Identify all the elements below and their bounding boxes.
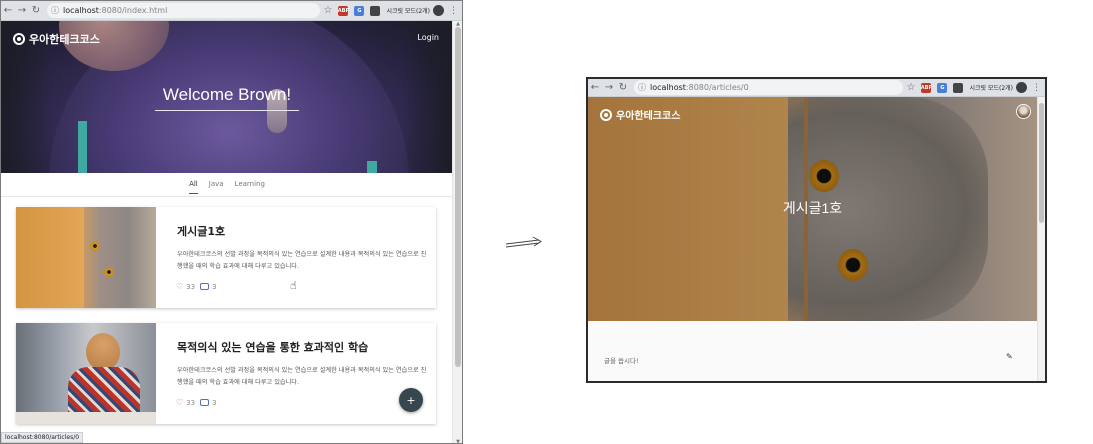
page-viewport: 우아한테크코스 게시글1호 글을 씁시다! ✎ bbox=[588, 97, 1037, 381]
bookmark-star-icon[interactable]: ☆ bbox=[907, 82, 916, 93]
info-icon[interactable]: ⓘ bbox=[51, 5, 59, 16]
status-bar-url: localhost:8080/articles/0 bbox=[1, 432, 84, 443]
browser-window-index: ← → ↻ ⓘ localhost:8080/index.html ☆ ABP … bbox=[0, 0, 463, 444]
boy-head bbox=[86, 333, 120, 371]
back-icon[interactable]: ← bbox=[1, 1, 15, 21]
category-tabs: All Java Learning bbox=[1, 173, 453, 197]
site-logo[interactable]: 우아한테크코스 bbox=[13, 31, 100, 47]
address-host: localhost bbox=[63, 6, 99, 15]
translate-extension-icon[interactable]: G bbox=[354, 5, 365, 16]
bookmark-star-icon[interactable]: ☆ bbox=[324, 5, 333, 16]
logo-icon bbox=[13, 33, 25, 45]
boy-shirt bbox=[68, 367, 140, 417]
address-bar[interactable]: ⓘ localhost:8080/articles/0 bbox=[634, 80, 903, 95]
article-description: 우아한테크코스의 선발 과정을 목적의식 있는 연습으로 설계한 내용과 목적의… bbox=[177, 367, 427, 386]
tab-all[interactable]: All bbox=[189, 180, 198, 194]
browser-toolbar: ← → ↻ ⓘ localhost:8080/articles/0 ☆ ABP … bbox=[588, 79, 1045, 97]
scrollbar-thumb[interactable] bbox=[1039, 103, 1044, 223]
incognito-icon[interactable] bbox=[1016, 82, 1027, 93]
thumb-door bbox=[16, 207, 84, 308]
site-logo[interactable]: 우아한테크코스 bbox=[600, 107, 680, 122]
incognito-label[interactable]: 시크릿 모드(2개) bbox=[386, 6, 430, 15]
address-bar[interactable]: ⓘ localhost:8080/index.html bbox=[47, 3, 320, 18]
like-count: 33 bbox=[186, 282, 196, 291]
transition-arrow-icon bbox=[505, 236, 542, 248]
page-scrollbar[interactable] bbox=[1037, 97, 1045, 381]
page-scrollbar[interactable]: ▲ ▼ bbox=[452, 21, 462, 443]
heart-icon[interactable]: ♡ bbox=[176, 398, 183, 407]
article-meta: ♡ 33 3 bbox=[176, 282, 217, 291]
tab-java[interactable]: Java bbox=[209, 180, 224, 193]
article-title[interactable]: 목적의식 있는 연습을 통한 효과적인 학습 bbox=[177, 339, 368, 355]
pencil-icon[interactable]: ✎ bbox=[1006, 352, 1013, 361]
reload-icon[interactable]: ↻ bbox=[29, 1, 43, 21]
address-path: :8080/articles/0 bbox=[685, 83, 749, 92]
browser-menu-icon[interactable]: ⋮ bbox=[449, 6, 458, 16]
user-avatar[interactable] bbox=[1016, 104, 1031, 119]
article-card[interactable]: 목적의식 있는 연습을 통한 효과적인 학습 우아한테크코스의 선발 과정을 목… bbox=[16, 323, 436, 424]
login-link[interactable]: Login bbox=[417, 33, 439, 42]
adblock-extension-icon[interactable]: ABP bbox=[338, 5, 349, 16]
logo-icon bbox=[600, 108, 612, 121]
incognito-label[interactable]: 시크릿 모드(2개) bbox=[969, 83, 1013, 92]
extension-icon[interactable] bbox=[953, 82, 964, 93]
heart-icon[interactable]: ♡ bbox=[176, 282, 183, 291]
article-title: 게시글1호 bbox=[782, 200, 843, 216]
hand-cursor-icon: ☝ bbox=[290, 279, 297, 292]
hero-banner: 우아한테크코스 Login Welcome Brown! bbox=[1, 21, 453, 173]
back-icon[interactable]: ← bbox=[588, 79, 602, 98]
forward-icon[interactable]: → bbox=[15, 1, 29, 21]
hero-tower-image-2 bbox=[367, 161, 377, 173]
incognito-icon[interactable] bbox=[433, 5, 444, 16]
add-article-button[interactable]: + bbox=[399, 388, 423, 412]
extension-icon[interactable] bbox=[370, 5, 381, 16]
article-description: 우아한테크코스의 선발 과정을 목적의식 있는 연습으로 설계한 내용과 목적의… bbox=[177, 251, 427, 270]
translate-extension-icon[interactable]: G bbox=[937, 82, 948, 93]
address-host: localhost bbox=[650, 83, 686, 92]
article-hero-image: 우아한테크코스 게시글1호 bbox=[588, 97, 1037, 321]
desk bbox=[16, 412, 156, 424]
welcome-underline bbox=[155, 110, 299, 111]
browser-window-article: ← → ↻ ⓘ localhost:8080/articles/0 ☆ ABP … bbox=[586, 77, 1047, 383]
info-icon[interactable]: ⓘ bbox=[638, 82, 646, 93]
comment-count: 3 bbox=[212, 398, 217, 407]
comment-icon[interactable] bbox=[200, 283, 210, 290]
hero-tower-image bbox=[78, 121, 87, 173]
comment-icon[interactable] bbox=[200, 399, 210, 406]
cat-eye bbox=[104, 267, 114, 277]
logo-text: 우아한테크코스 bbox=[616, 111, 681, 122]
reload-icon[interactable]: ↻ bbox=[616, 79, 630, 98]
address-path: :8080/index.html bbox=[98, 6, 168, 15]
welcome-title: Welcome Brown! bbox=[162, 85, 292, 104]
scroll-down-icon[interactable]: ▼ bbox=[453, 439, 462, 443]
comment-count: 3 bbox=[212, 282, 217, 291]
screenshot-root: ← → ↻ ⓘ localhost:8080/index.html ☆ ABP … bbox=[0, 0, 1093, 444]
article-card[interactable]: 게시글1호 우아한테크코스의 선발 과정을 목적의식 있는 연습으로 설계한 내… bbox=[16, 207, 436, 308]
scrollbar-thumb[interactable] bbox=[455, 27, 461, 367]
article-title[interactable]: 게시글1호 bbox=[177, 223, 225, 239]
article-thumbnail-boy[interactable] bbox=[16, 323, 156, 424]
tab-learning[interactable]: Learning bbox=[235, 180, 265, 193]
comment-input[interactable]: 글을 씁시다! bbox=[604, 355, 639, 365]
logo-text: 우아한테크코스 bbox=[29, 33, 100, 46]
adblock-extension-icon[interactable]: ABP bbox=[921, 82, 932, 93]
browser-menu-icon[interactable]: ⋮ bbox=[1032, 83, 1041, 93]
cat-eye bbox=[90, 241, 100, 251]
article-thumbnail-cat[interactable] bbox=[16, 207, 156, 308]
page-viewport: 우아한테크코스 Login Welcome Brown! All Java Le… bbox=[1, 21, 453, 443]
forward-icon[interactable]: → bbox=[602, 79, 616, 98]
like-count: 33 bbox=[186, 398, 196, 407]
browser-toolbar: ← → ↻ ⓘ localhost:8080/index.html ☆ ABP … bbox=[1, 1, 462, 21]
article-meta: ♡ 33 3 bbox=[176, 398, 217, 407]
